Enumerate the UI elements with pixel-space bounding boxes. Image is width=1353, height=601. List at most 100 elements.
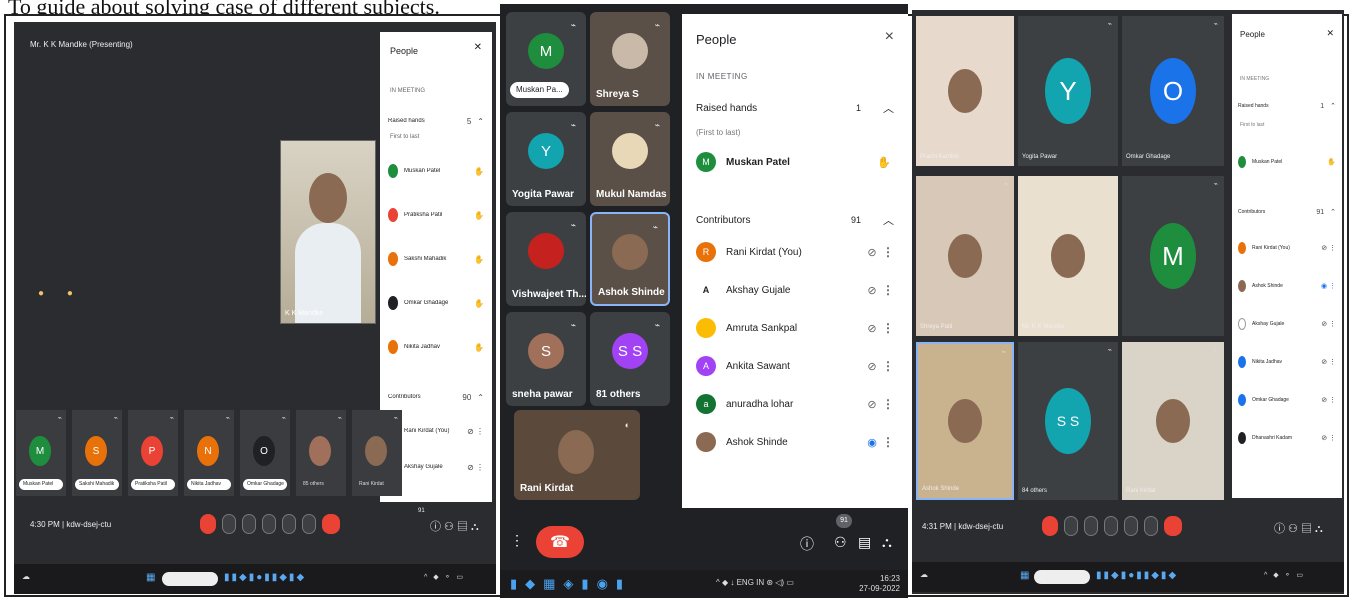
participant-tile[interactable]: ⌁ Ashok Shinde — [590, 212, 670, 306]
chat-icon[interactable]: ▤ — [858, 534, 871, 551]
participant-tile[interactable]: M ⌁ Muskan Pa... — [506, 12, 586, 106]
participant-row[interactable]: Nikita Jadhav ✋ — [388, 338, 484, 356]
more-options-icon[interactable]: ⋮ — [882, 283, 894, 297]
raised-hand-icon[interactable]: ✋ — [874, 156, 894, 169]
mic-off-icon[interactable]: ⊘ ⋮ — [1321, 396, 1336, 404]
participant-row[interactable]: Akshay Gujale ⊘ ⋮ — [388, 458, 484, 476]
participant-row[interactable]: R Rani Kirdat (You) ⊘ ⋮ — [696, 240, 894, 264]
participant-row[interactable]: Rani Kirdat (You) ⊘ ⋮ — [388, 422, 484, 440]
participant-tile[interactable]: ⌁ Rani Kirdat — [1122, 342, 1224, 500]
participant-tile[interactable]: ⌁ Mukul Namdas — [590, 112, 670, 206]
mic-off-button[interactable] — [1042, 516, 1058, 536]
chevron-up-icon[interactable]: ⌃ — [1330, 102, 1336, 110]
present-button[interactable] — [282, 514, 296, 534]
participant-tile[interactable]: P ⌁ Pratiksha Patil — [128, 410, 178, 496]
participant-tile[interactable]: M ⌁ Muskan Patel — [16, 410, 66, 496]
raise-hand-button[interactable] — [262, 514, 276, 534]
participant-tile[interactable]: ⌁ Ashok Shinde — [916, 342, 1014, 500]
more-options-icon[interactable]: ⋮ — [882, 245, 894, 259]
system-tray[interactable]: ^ ◆ ⚬ ▭ — [424, 573, 465, 581]
participant-tile[interactable]: Y ⌁ Yogita Pawar — [1018, 16, 1118, 166]
participant-tile[interactable]: ⌁ Vishwajeet Th... — [506, 212, 586, 306]
people-icon[interactable]: ⚇ — [834, 534, 847, 551]
taskbar-search-input[interactable] — [162, 572, 218, 586]
speaking-icon[interactable]: ◉ — [862, 436, 882, 449]
participant-row[interactable]: Ashok Shinde ◉ ⋮ — [1238, 278, 1336, 294]
more-options-button[interactable] — [302, 514, 316, 534]
chevron-up-icon[interactable]: ⌃ — [1330, 208, 1336, 216]
taskbar-app-icons[interactable]: ▮▮◆▮●▮▮◆▮◆ — [224, 572, 306, 583]
start-icon[interactable]: ▦ — [146, 572, 157, 583]
participant-row[interactable]: a anuradha lohar ⊘ ⋮ — [696, 392, 894, 416]
info-icon[interactable]: ⓘ — [800, 534, 814, 554]
meeting-side-icons[interactable]: ⓘ ⚇ ▤ ⛬ — [1274, 520, 1323, 536]
more-options-icon[interactable]: ⋮ — [882, 321, 894, 335]
mic-off-icon[interactable]: ⊘ ⋮ — [467, 463, 484, 472]
participant-tile[interactable]: N ⌁ Nikita Jadhav — [184, 410, 234, 496]
participant-tile[interactable]: ⌁ Rani Kirdat — [352, 410, 402, 496]
participant-tile[interactable]: ⌁ Shreya Patil — [916, 176, 1014, 336]
participant-row[interactable]: Rani Kirdat (You) ⊘ ⋮ — [1238, 240, 1336, 256]
more-options-icon[interactable]: ⋮ — [882, 359, 894, 373]
participant-row[interactable]: Muskan Patel ✋ — [388, 162, 484, 180]
activities-icon[interactable]: ⛬ — [882, 534, 892, 551]
system-tray[interactable]: ^ ◆ ↓ ENG IN ⊛ ◁) ▭ — [716, 578, 794, 587]
presenter-video-tile[interactable]: K K Mandke — [280, 140, 376, 324]
raised-hands-group[interactable]: Raised hands 1 ︿ — [696, 100, 894, 116]
participant-tile[interactable]: S S ⌁ 81 others — [590, 312, 670, 406]
participant-row[interactable]: Muskan Patel ✋ — [1238, 154, 1336, 170]
mic-off-button[interactable] — [200, 514, 216, 534]
raised-hand-icon[interactable]: ✋ — [1327, 158, 1336, 166]
contributors-group[interactable]: Contributors 91 ︿ — [696, 212, 894, 228]
captions-button[interactable] — [1084, 516, 1098, 536]
participant-row[interactable]: Omkar Ghadage ⊘ ⋮ — [1238, 392, 1336, 408]
weather-icon[interactable]: ☁ — [22, 572, 32, 581]
mic-off-icon[interactable]: ⊘ ⋮ — [1321, 320, 1336, 328]
participant-row[interactable]: Sakshi Mahadik ✋ — [388, 250, 484, 268]
raised-hand-icon[interactable]: ✋ — [474, 211, 484, 220]
chevron-up-icon[interactable]: ︿ — [883, 212, 894, 228]
participant-row[interactable]: M Muskan Patel ✋ — [696, 150, 894, 174]
participant-tile[interactable]: Y ⌁ Yogita Pawar — [506, 112, 586, 206]
participant-row[interactable]: A Ankita Sawant ⊘ ⋮ — [696, 354, 894, 378]
participant-tile[interactable]: M ⌁ — [1122, 176, 1224, 336]
close-icon[interactable]: × — [885, 28, 894, 46]
mic-off-icon[interactable]: ⊘ ⋮ — [1321, 244, 1336, 252]
raised-hands-group[interactable]: Raised hands 5 ⌃ — [388, 112, 484, 130]
captions-button[interactable] — [242, 514, 256, 534]
participant-tile[interactable]: ⌁ Prachi Kamble — [916, 16, 1014, 166]
close-icon[interactable]: ✕ — [474, 42, 482, 53]
participant-tile[interactable]: S ⌁ sneha pawar — [506, 312, 586, 406]
meeting-side-icons[interactable]: ⓘ ⚇ ▤ ⛬ — [430, 518, 479, 534]
participant-row[interactable]: A Akshay Gujale ⊘ ⋮ — [696, 278, 894, 302]
contributors-group[interactable]: Contributors 90 ⌃ — [388, 388, 484, 406]
mic-off-icon[interactable]: ⊘ — [862, 360, 882, 373]
participant-row[interactable]: Akshay Gujale ⊘ ⋮ — [1238, 316, 1336, 332]
more-options-icon[interactable]: ⋮ — [882, 397, 894, 411]
participant-tile[interactable]: S ⌁ Sakshi Mahadik — [72, 410, 122, 496]
more-vertical-icon[interactable]: ⋮ — [510, 532, 524, 549]
participant-tile[interactable]: ⌁ Mr. K K Mandke — [1018, 176, 1118, 336]
mic-off-icon[interactable]: ⊘ — [862, 398, 882, 411]
taskbar-app-icons[interactable]: ▮▮◆▮●▮▮◆▮◆ — [1096, 570, 1178, 581]
hang-up-button[interactable]: ☎ — [536, 526, 584, 558]
more-options-button[interactable] — [1144, 516, 1158, 536]
participant-row[interactable]: Pratiksha Patil ✋ — [388, 206, 484, 224]
participant-tile[interactable]: ⌁ Shreya S — [590, 12, 670, 106]
raised-hand-icon[interactable]: ✋ — [474, 299, 484, 308]
participant-row[interactable]: Omkar Ghadage ✋ — [388, 294, 484, 312]
self-video-tile[interactable]: Rani Kirdat ◐ — [514, 410, 640, 500]
mic-off-icon[interactable]: ⊘ — [862, 284, 882, 297]
raised-hand-icon[interactable]: ✋ — [474, 343, 484, 352]
mic-off-icon[interactable]: ⊘ ⋮ — [1321, 434, 1336, 442]
taskbar-clock[interactable]: 16:23 27-09-2022 — [859, 574, 900, 594]
participant-row[interactable]: Ashok Shinde ◉ ⋮ — [696, 430, 894, 454]
start-icon[interactable]: ▦ — [1020, 570, 1031, 581]
participant-tile[interactable]: O ⌁ Omkar Ghadage — [1122, 16, 1224, 166]
participant-tile[interactable]: O ⌁ Omkar Ghadage — [240, 410, 290, 496]
more-options-icon[interactable]: ⋮ — [882, 435, 894, 449]
hang-up-button[interactable] — [1164, 516, 1182, 536]
hang-up-button[interactable] — [322, 514, 340, 534]
system-tray[interactable]: ^ ◆ ⚬ ▭ — [1264, 571, 1305, 579]
taskbar-app-icons[interactable]: ▮◆▦◈▮◉▮ — [510, 576, 631, 592]
